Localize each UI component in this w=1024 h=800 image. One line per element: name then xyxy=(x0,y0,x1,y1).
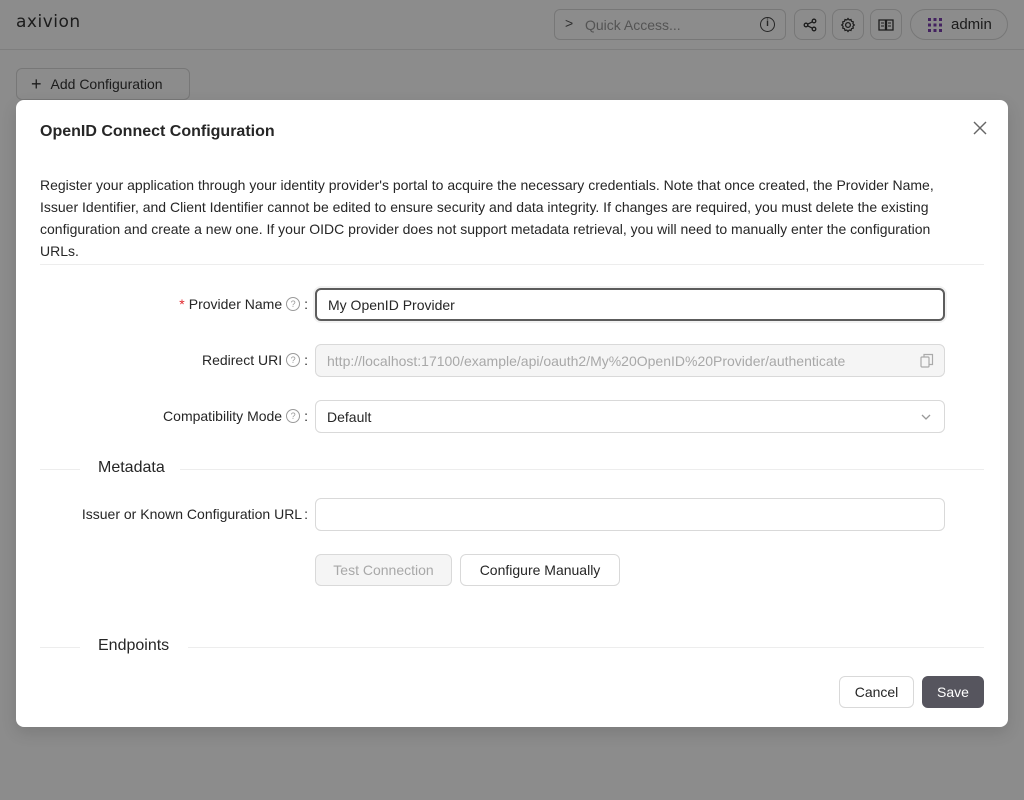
metadata-section-header: Metadata xyxy=(40,457,984,481)
oidc-config-dialog: OpenID Connect Configuration Register yo… xyxy=(16,100,1008,727)
copy-icon[interactable] xyxy=(920,353,934,369)
redirect-uri-row: Redirect URI ? : http://localhost:17100/… xyxy=(16,344,1008,378)
issuer-url-row: Issuer or Known Configuration URL : xyxy=(16,498,1008,532)
close-icon[interactable] xyxy=(970,118,990,138)
provider-name-label: * Provider Name ? : xyxy=(179,296,308,312)
issuer-url-input[interactable] xyxy=(315,498,945,531)
question-icon[interactable]: ? xyxy=(286,297,301,311)
dialog-description: Register your application through your i… xyxy=(40,177,934,259)
dialog-title: OpenID Connect Configuration xyxy=(40,123,275,140)
compat-mode-label: Compatibility Mode ? : xyxy=(163,408,308,424)
compat-mode-row: Compatibility Mode ? : Default xyxy=(16,400,1008,434)
cancel-button[interactable]: Cancel xyxy=(839,676,914,708)
required-mark: * xyxy=(179,296,185,312)
chevron-down-icon xyxy=(921,414,931,420)
question-icon[interactable]: ? xyxy=(286,409,301,423)
question-icon[interactable]: ? xyxy=(286,353,301,367)
provider-name-row: * Provider Name ? : My OpenID Provider xyxy=(16,288,1008,322)
test-connection-button[interactable]: Test Connection xyxy=(315,554,452,586)
provider-name-input[interactable]: My OpenID Provider xyxy=(315,288,945,321)
endpoints-section-header: Endpoints xyxy=(40,635,984,659)
redirect-uri-field: http://localhost:17100/example/api/oauth… xyxy=(315,344,945,377)
redirect-uri-label: Redirect URI ? : xyxy=(201,352,308,368)
save-button[interactable]: Save xyxy=(922,676,984,708)
divider xyxy=(40,264,984,265)
configure-manually-button[interactable]: Configure Manually xyxy=(460,554,620,586)
issuer-url-label: Issuer or Known Configuration URL : xyxy=(81,506,308,522)
compat-mode-select[interactable]: Default xyxy=(315,400,945,433)
